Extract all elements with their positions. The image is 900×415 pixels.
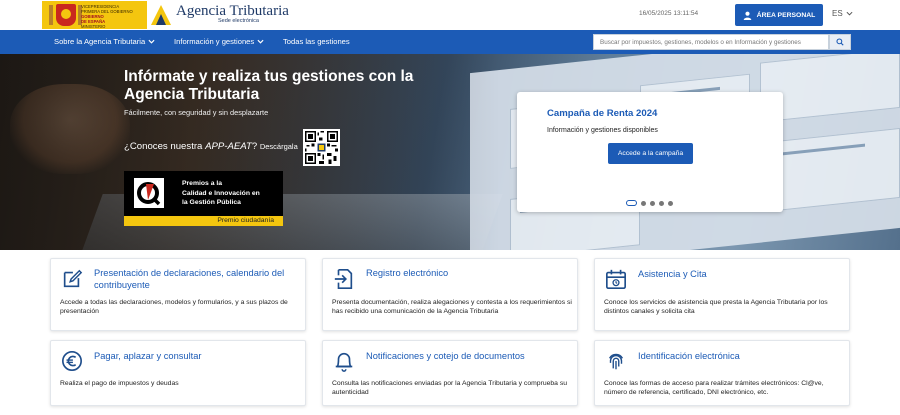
card-presentacion-declaraciones[interactable]: Presentación de declaraciones, calendari… — [50, 258, 306, 331]
card-asistencia-cita[interactable]: Asistencia y Cita Conoce los servicios d… — [594, 258, 850, 331]
current-datetime: 16/05/2025 13:11:54 — [639, 10, 699, 17]
search-input[interactable]: Buscar por impuestos, gestiones, modelos… — [593, 34, 829, 50]
agency-subtitle: Sede electrónica — [218, 18, 259, 24]
chevron-down-icon — [257, 39, 264, 44]
nav-item-informacion-gestiones[interactable]: Información y gestiones — [174, 37, 264, 46]
nav-item-todas-gestiones[interactable]: Todas las gestiones — [283, 37, 350, 46]
premio-calidad-badge[interactable]: Premios a la Calidad e Innovación en la … — [124, 171, 283, 226]
app-qr-code[interactable] — [303, 129, 340, 166]
card-identificacion-electronica[interactable]: Identificación electrónica Conoce las fo… — [594, 340, 850, 406]
main-navigation: Sobre la Agencia Tributaria Información … — [0, 30, 900, 54]
carousel-dot-4[interactable] — [659, 200, 664, 206]
card-notificaciones[interactable]: Notificaciones y cotejo de documentos Co… — [322, 340, 578, 406]
qr-code-icon — [305, 131, 338, 164]
carousel-dot-5[interactable] — [668, 200, 673, 206]
campaign-title: Campaña de Renta 2024 — [547, 108, 658, 119]
search-icon — [836, 38, 844, 46]
top-header: VICEPRESIDENCIA PRIMERA DEL GOBIERNO GOB… — [0, 0, 900, 30]
search-button[interactable] — [829, 34, 851, 50]
carousel-indicators — [626, 200, 673, 206]
language-selector[interactable]: ES — [832, 9, 853, 18]
carousel-next-icon[interactable] — [764, 142, 778, 160]
euro-icon — [62, 351, 82, 371]
coat-of-arms-icon — [56, 4, 76, 26]
card-registro-electronico[interactable]: Registro electrónico Presenta documentac… — [322, 258, 578, 331]
campaign-text: Información y gestiones disponibles — [547, 127, 658, 134]
area-personal-button[interactable]: ÁREA PERSONAL — [735, 4, 823, 26]
carousel-dot-2[interactable] — [641, 200, 646, 206]
fingerprint-icon — [608, 353, 624, 370]
app-download-link[interactable]: Descárgala — [260, 142, 298, 151]
carousel-dot-1[interactable] — [626, 200, 637, 206]
chevron-down-icon — [846, 11, 853, 16]
nav-item-sobre-agencia[interactable]: Sobre la Agencia Tributaria — [54, 37, 155, 46]
chevron-down-icon — [148, 39, 155, 44]
calendar-icon — [606, 269, 626, 289]
document-arrow-icon — [334, 269, 353, 289]
campaign-access-button[interactable]: Accede a la campaña — [608, 143, 693, 164]
award-strip: Premio ciudadanía — [124, 216, 283, 226]
quality-award-logo-icon — [134, 178, 164, 208]
aeat-logo-icon — [151, 5, 171, 25]
carousel-dot-3[interactable] — [650, 200, 655, 206]
hero-subtitle: Fácilmente, con seguridad y sin desplaza… — [124, 108, 269, 117]
campaign-carousel-card: Campaña de Renta 2024 Información y gest… — [517, 92, 783, 212]
edit-form-icon — [63, 269, 83, 288]
bell-icon — [335, 352, 353, 372]
hero-title: Infórmate y realiza tus gestiones con la… — [124, 68, 414, 103]
user-icon — [743, 11, 751, 20]
card-pagar-aplazar[interactable]: Pagar, aplazar y consultar Realiza el pa… — [50, 340, 306, 406]
gobierno-de-espana-logo[interactable]: VICEPRESIDENCIA PRIMERA DEL GOBIERNO GOB… — [42, 1, 147, 29]
app-promo-text: ¿Conoces nuestra APP-AEAT? Descárgala — [124, 141, 298, 152]
